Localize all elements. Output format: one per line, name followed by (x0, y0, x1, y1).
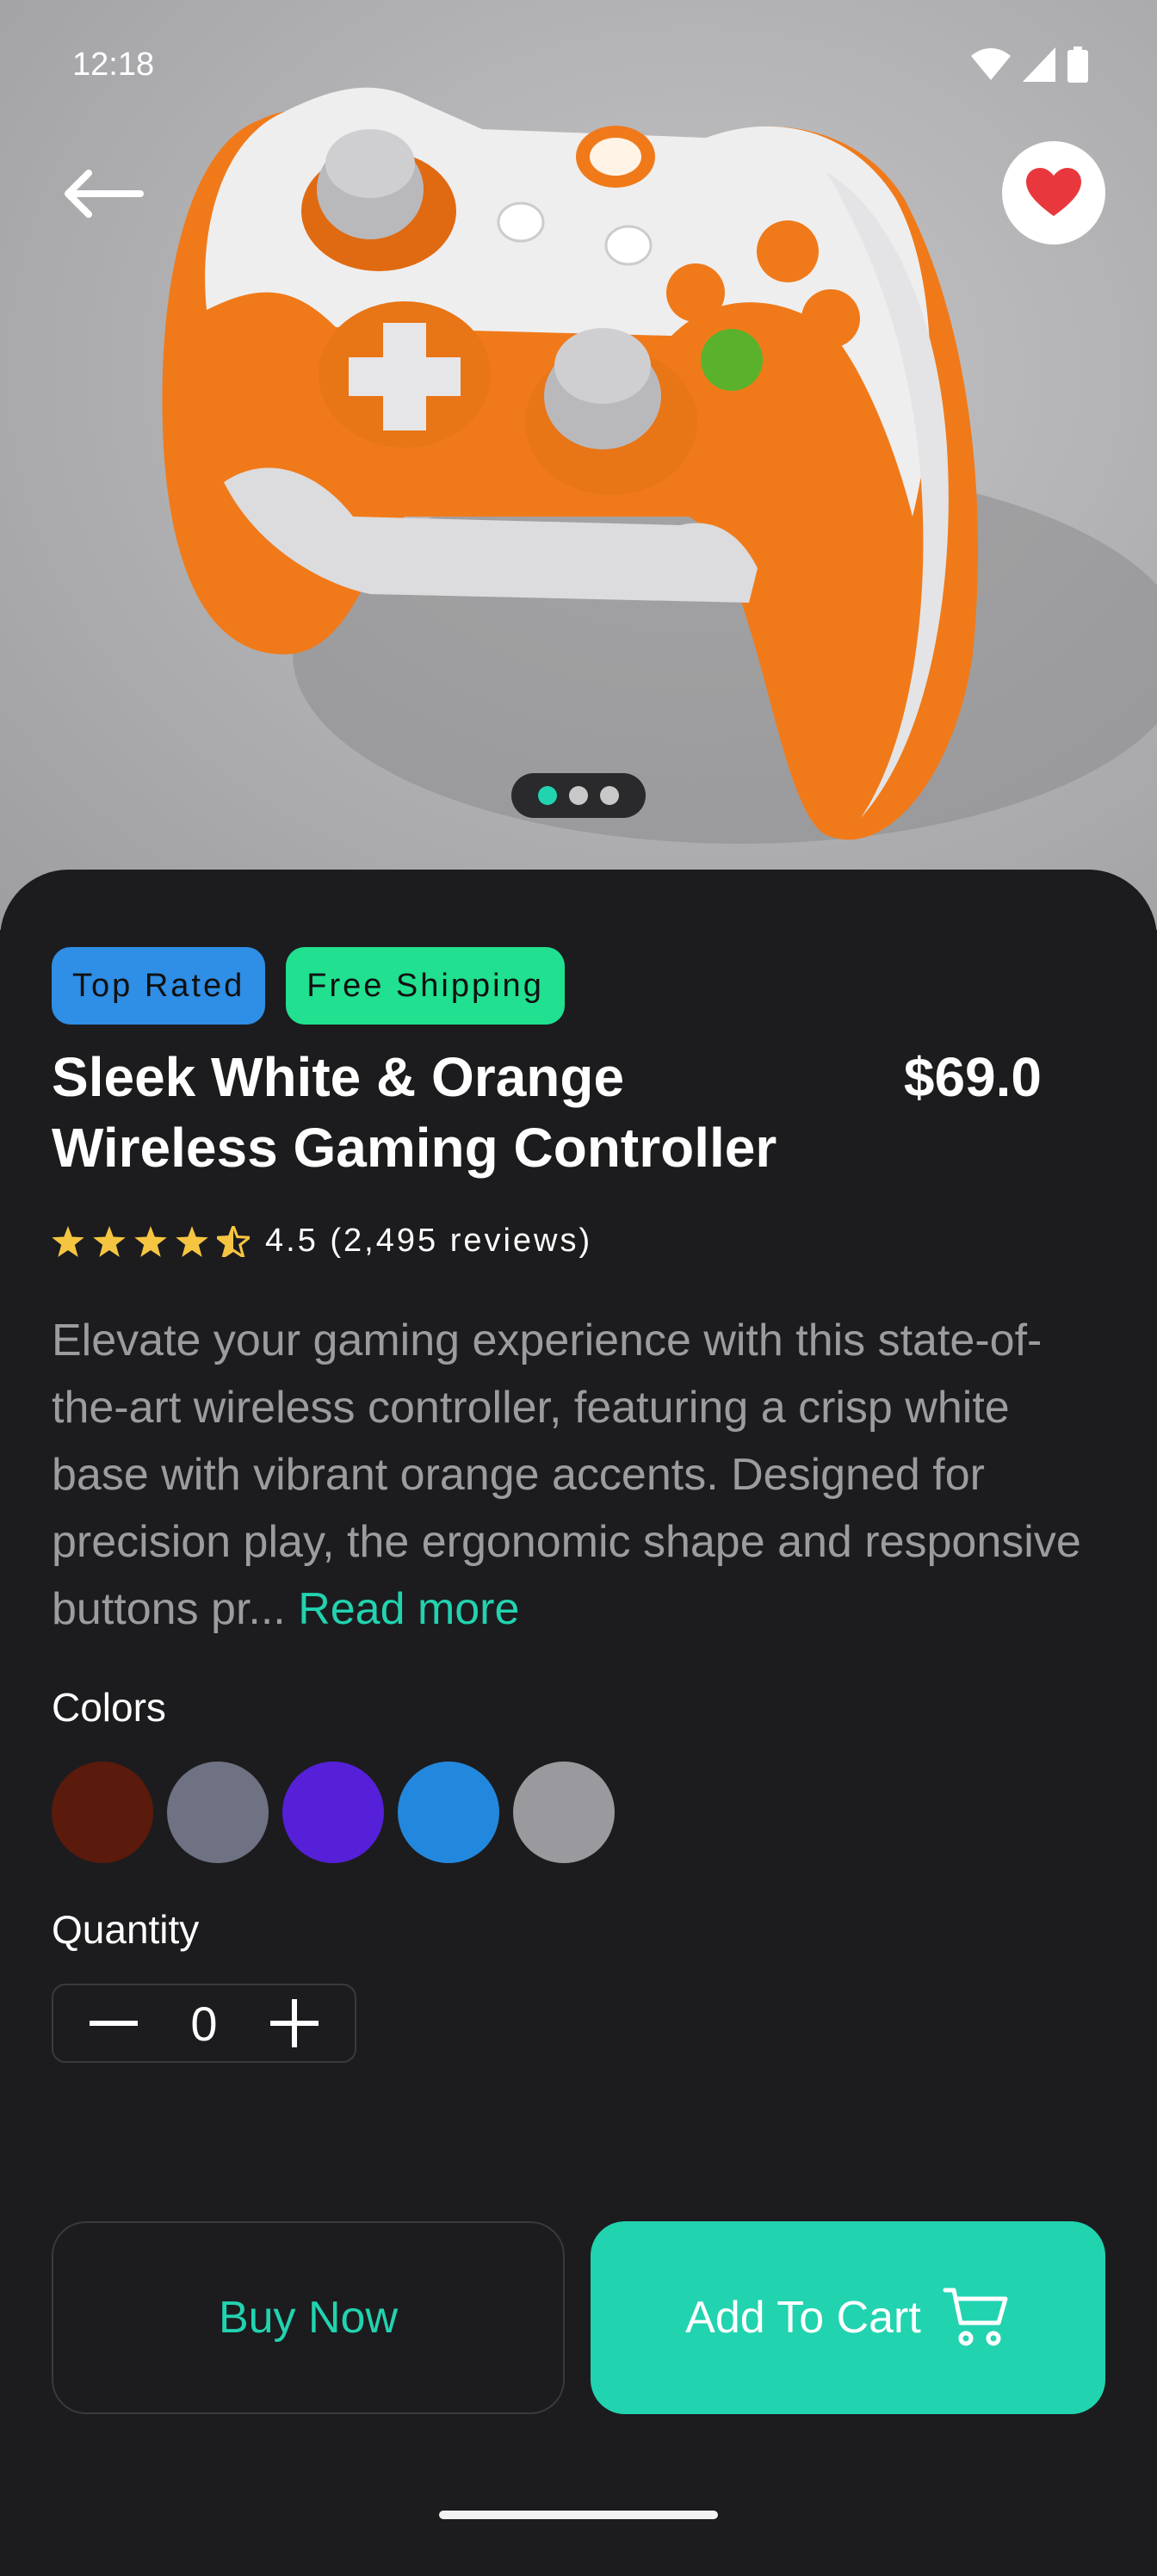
signal-icon (1023, 47, 1055, 82)
pager-dot[interactable] (600, 786, 619, 805)
buy-now-label: Buy Now (218, 2293, 399, 2343)
star-icon (52, 1225, 84, 1257)
buy-now-button[interactable]: Buy Now (52, 2221, 565, 2414)
color-swatch[interactable] (513, 1762, 615, 1863)
image-pager[interactable] (511, 773, 646, 818)
product-tags: Top Rated Free Shipping (52, 947, 565, 1025)
arrow-left-icon (65, 170, 144, 218)
heart-icon (1026, 168, 1081, 216)
colors-label: Colors (52, 1685, 166, 1730)
star-half-icon (217, 1225, 250, 1257)
quantity-stepper: 0 (52, 1984, 356, 2063)
rating-text: 4.5 (2,495 reviews) (265, 1223, 593, 1259)
product-price: $69.0 (903, 1046, 1042, 1108)
description-text: Elevate your gaming experience with this… (52, 1316, 1081, 1634)
tag-free-shipping: Free Shipping (286, 947, 565, 1025)
star-icon (93, 1225, 126, 1257)
rating-stars (52, 1225, 250, 1257)
product-description: Elevate your gaming experience with this… (52, 1307, 1111, 1643)
color-swatches[interactable] (52, 1762, 615, 1863)
product-rating: 4.5 (2,495 reviews) (52, 1223, 592, 1260)
color-swatch[interactable] (282, 1762, 384, 1863)
decrement-button[interactable] (88, 1997, 139, 2049)
quantity-value: 0 (190, 1996, 218, 2051)
color-swatch[interactable] (52, 1762, 153, 1863)
tag-top-rated: Top Rated (52, 947, 266, 1025)
quantity-label: Quantity (52, 1907, 200, 1952)
wifi-icon (971, 48, 1011, 80)
back-button[interactable] (55, 155, 150, 232)
minus-icon (90, 2021, 138, 2026)
status-time: 12:18 (72, 46, 155, 83)
pager-dot[interactable] (538, 786, 557, 805)
color-swatch[interactable] (167, 1762, 269, 1863)
star-icon (134, 1225, 167, 1257)
cart-icon (943, 2288, 1008, 2346)
read-more-link[interactable]: Read more (298, 1584, 519, 1634)
home-indicator[interactable] (439, 2511, 718, 2519)
color-swatch[interactable] (398, 1762, 499, 1863)
add-to-cart-button[interactable]: Add To Cart (591, 2221, 1105, 2414)
product-title-line1: Sleek White & Orange (52, 1046, 625, 1108)
battery-icon (1067, 46, 1088, 83)
favorite-button[interactable] (1002, 141, 1105, 245)
product-title: Sleek White & Orange Wireless Gaming Con… (52, 1042, 844, 1183)
add-to-cart-label: Add To Cart (685, 2293, 921, 2343)
plus-icon (270, 1999, 319, 2047)
product-title-line2: Wireless Gaming Controller (52, 1117, 777, 1179)
star-icon (176, 1225, 208, 1257)
pager-dot[interactable] (569, 786, 588, 805)
increment-button[interactable] (269, 1997, 320, 2049)
status-icons (971, 46, 1088, 83)
